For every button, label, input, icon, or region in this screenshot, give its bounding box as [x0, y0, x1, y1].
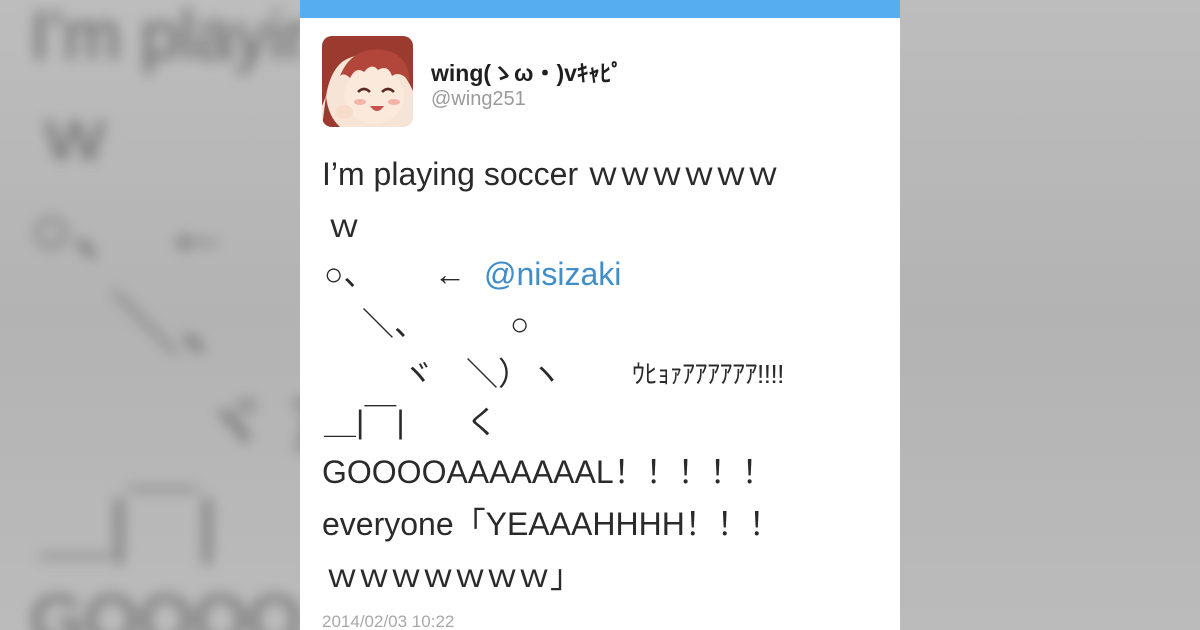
- ascii-fragment: ＿|￣|: [324, 404, 405, 440]
- accent-bar: [300, 0, 900, 18]
- user-handle[interactable]: @wing251: [431, 88, 526, 111]
- bg-line: GOOOO: [30, 581, 303, 630]
- bg-line: ＼、: [110, 286, 250, 364]
- tweet-line: ｗ: [328, 208, 361, 244]
- anime-girl-avatar-icon[interactable]: [322, 36, 413, 127]
- bg-line: ｗ: [40, 96, 110, 174]
- tweet-timestamp[interactable]: 2014/02/03 10:22: [322, 612, 454, 630]
- tweet-line: ｗｗｗｗｗｗｗ」: [326, 558, 583, 594]
- mention-link[interactable]: @nisizaki: [484, 258, 621, 290]
- ascii-ball: ○: [510, 306, 530, 342]
- arrow-text: ←: [434, 256, 466, 292]
- ascii-fragment: ○、: [324, 256, 376, 292]
- tweet-card: wing(ゝω・)vｷｬﾋﾟ @wing251 I’m playing socc…: [300, 0, 900, 630]
- display-name[interactable]: wing(ゝω・)vｷｬﾋﾟ: [431, 54, 623, 88]
- bg-line: ○、 ←: [30, 191, 232, 269]
- ascii-fragment: く: [466, 404, 499, 440]
- ascii-fragment: ＼、: [362, 306, 427, 342]
- tweet-line: I’m playing soccer ｗｗｗｗｗｗ: [322, 156, 779, 192]
- tweet-line: everyone「YEAAAHHHH！！！: [322, 506, 781, 542]
- shout-text: ｳﾋｮｧｱｱｱｱｱｱ!!!!: [632, 359, 784, 389]
- ascii-fragment: ヾ ＼）ヽ: [402, 356, 563, 392]
- bg-line: ＿|￣|: [40, 486, 217, 564]
- tweet-line: ○、: [324, 258, 375, 290]
- tweet-line: GOOOOAAAAAAAL！！！！！: [322, 454, 774, 490]
